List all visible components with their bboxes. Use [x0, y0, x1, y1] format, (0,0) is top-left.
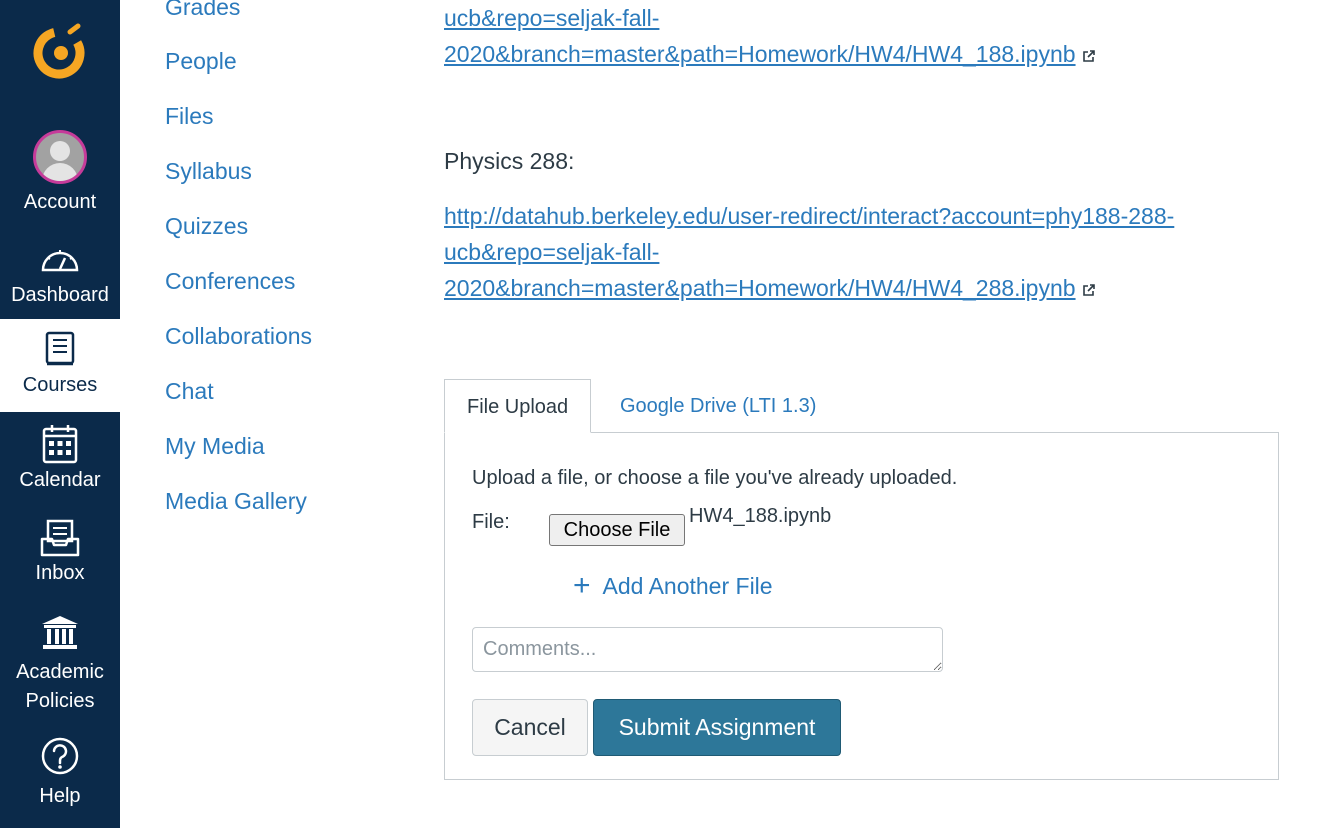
choose-file-button[interactable]: Choose File — [549, 514, 685, 546]
tab-google-drive[interactable]: Google Drive (LTI 1.3) — [598, 379, 838, 433]
nav-help-label: Help — [39, 785, 81, 807]
hw4-188-link-line1[interactable]: ucb&repo=seljak-fall- — [444, 0, 659, 36]
plus-icon: + — [573, 569, 591, 602]
course-nav-quizzes[interactable]: Quizzes — [165, 211, 248, 241]
courses-book-icon — [45, 331, 75, 366]
course-nav-collaborations[interactable]: Collaborations — [165, 321, 312, 351]
nav-help[interactable]: Help — [0, 736, 120, 811]
submit-assignment-button[interactable]: Submit Assignment — [593, 699, 841, 756]
course-nav-my-media[interactable]: My Media — [165, 431, 265, 461]
nav-account-label: Account — [23, 191, 97, 213]
nav-inbox[interactable]: Inbox — [0, 519, 120, 588]
hw4-288-link-row: 2020&branch=master&path=Homework/HW4/HW4… — [444, 270, 1096, 306]
nav-academic-policies-label-2: Policies — [25, 690, 95, 712]
external-link-icon — [1082, 284, 1095, 296]
add-another-file-button[interactable]: + Add Another File — [573, 571, 773, 601]
nav-calendar-label: Calendar — [19, 469, 101, 491]
nav-courses-label: Courses — [22, 374, 98, 396]
hw4-188-link-row: 2020&branch=master&path=Homework/HW4/HW4… — [444, 36, 1096, 72]
cancel-button[interactable]: Cancel — [472, 699, 588, 756]
dashboard-icon — [41, 250, 79, 272]
nav-dashboard[interactable]: Dashboard — [0, 242, 120, 310]
course-nav-conferences[interactable]: Conferences — [165, 266, 295, 296]
institution-icon — [42, 616, 78, 649]
tab-file-upload[interactable]: File Upload — [444, 379, 592, 433]
hw4-188-link-line2[interactable]: 2020&branch=master&path=Homework/HW4/HW4… — [444, 41, 1076, 67]
hw4-288-link-line0[interactable]: http://datahub.berkeley.edu/user-redirec… — [444, 198, 1174, 234]
calendar-icon — [42, 425, 78, 464]
nav-calendar[interactable]: Calendar — [0, 424, 120, 495]
hw4-288-link-line1[interactable]: ucb&repo=seljak-fall- — [444, 234, 659, 270]
nav-dashboard-label: Dashboard — [11, 284, 109, 306]
file-upload-panel: Upload a file, or choose a file you've a… — [444, 432, 1279, 780]
course-nav-syllabus[interactable]: Syllabus — [165, 156, 252, 186]
selected-file-name: HW4_188.ipynb — [689, 505, 832, 527]
hw4-288-link-line2[interactable]: 2020&branch=master&path=Homework/HW4/HW4… — [444, 275, 1076, 301]
nav-courses[interactable]: Courses — [0, 319, 120, 412]
course-nav-media-gallery[interactable]: Media Gallery — [165, 486, 307, 516]
inbox-icon — [40, 519, 80, 557]
external-link-icon — [1082, 50, 1095, 62]
canvas-logo-icon[interactable] — [30, 22, 88, 80]
course-nav-chat[interactable]: Chat — [165, 376, 214, 406]
nav-account[interactable]: Account — [0, 130, 120, 217]
global-nav: Account Dashboard Courses Calendar Inbox… — [0, 0, 120, 828]
avatar — [33, 130, 87, 184]
add-another-file-label: Add Another File — [602, 572, 773, 599]
course-nav-grades[interactable]: Grades — [165, 0, 240, 22]
comments-input[interactable] — [472, 627, 943, 672]
nav-academic-policies-label-1: Academic — [16, 661, 104, 683]
nav-inbox-label: Inbox — [35, 562, 85, 584]
nav-academic-policies[interactable]: Academic Policies — [0, 614, 120, 716]
file-label: File: — [472, 511, 510, 533]
course-nav-people[interactable]: People — [165, 46, 237, 76]
physics-288-label: Physics 288: — [444, 148, 575, 174]
help-icon — [41, 737, 79, 775]
course-nav-files[interactable]: Files — [165, 101, 214, 131]
upload-instructions: Upload a file, or choose a file you've a… — [472, 467, 958, 489]
